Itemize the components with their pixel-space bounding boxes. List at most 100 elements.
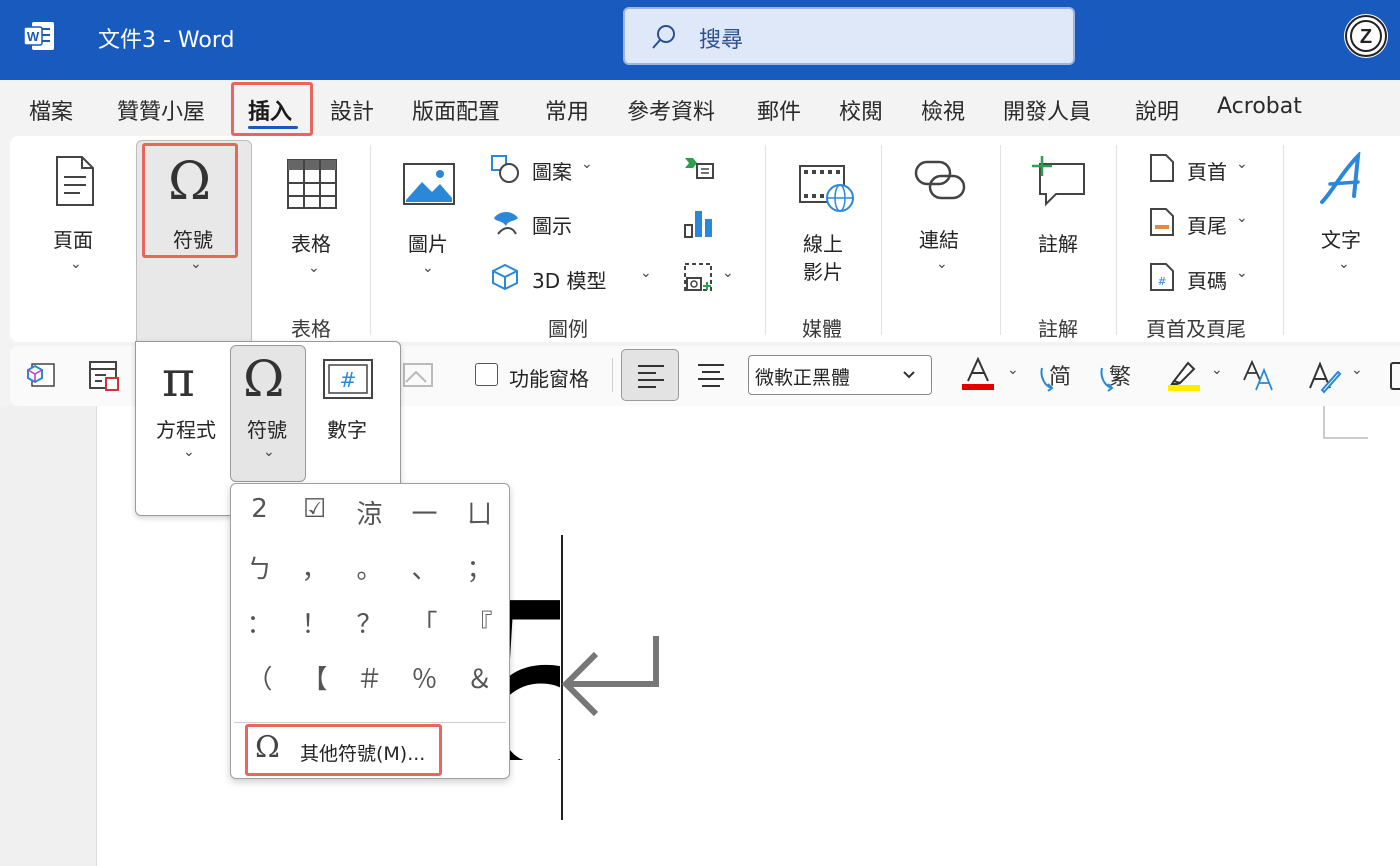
links-button-label[interactable]: 連結 [919,224,959,253]
search-icon [652,25,675,49]
comment-icon[interactable] [1030,154,1088,210]
online-video-icon[interactable] [798,160,856,214]
chevron-down-icon: ⌄ [70,256,82,272]
symbol-cell[interactable]: ： [232,604,287,641]
page-corner-mark [1323,406,1368,439]
tab-developer[interactable]: 開發人員 [1003,94,1091,126]
tab-file[interactable]: 檔案 [29,94,73,126]
font-name-value: 微軟正黑體 [755,367,851,389]
header-icon [1150,154,1174,182]
picture-icon[interactable] [402,162,456,206]
tab-layout[interactable]: 版面配置 [412,94,500,126]
symbol-cell[interactable]: ， [287,549,342,586]
symbol-cell[interactable]: ㄅ [232,549,287,586]
shapes-button[interactable]: 圖案 [532,156,572,185]
symbol-cell[interactable]: （ [232,659,287,696]
table-icon[interactable] [286,158,338,210]
equation-option[interactable]: 方程式 [156,414,216,443]
symbols-button-label[interactable]: 符號 [173,224,213,253]
document-template-icon[interactable] [88,360,120,392]
symbol-cell[interactable]: 涼 [342,494,397,531]
online-video-label-1[interactable]: 線上 [803,228,843,257]
symbol-cell[interactable]: ＆ [452,659,507,696]
svg-text:#: # [340,368,357,392]
tab-mailings[interactable]: 郵件 [757,94,801,126]
symbol-cell[interactable]: ＃ [342,659,397,696]
table-group-label: 表格 [291,317,331,341]
gallery-separator [234,722,506,723]
group-separator [881,145,882,335]
tab-help[interactable]: 說明 [1135,94,1179,126]
symbol-cell[interactable]: 「 [397,604,452,641]
page-number-button[interactable]: 頁碼 [1187,265,1227,294]
toolbar-separator [612,358,613,392]
number-option[interactable]: 數字 [327,414,367,443]
symbol-cell[interactable]: ？ [342,604,397,641]
pictures-button-label[interactable]: 圖片 [408,228,448,257]
tab-acrobat[interactable]: Acrobat [1217,94,1302,119]
group-separator [1116,145,1117,335]
styles-pen-icon[interactable] [1308,360,1342,394]
symbol-cell[interactable]: 『 [452,604,507,641]
tab-zanzan[interactable]: 贊贊小屋 [117,94,205,126]
symbol-cell[interactable]: ； [452,549,507,586]
symbol-cell[interactable]: 、 [397,549,452,586]
symbol-cell[interactable]: ％ [397,659,452,696]
simplified-glyph: 简 [1049,365,1071,390]
title-bar: W 文件3 - Word 搜尋 Z [0,0,1400,80]
to-traditional-icon[interactable]: 繁 [1098,360,1132,392]
tab-review[interactable]: 校閱 [839,94,883,126]
symbol-cell[interactable]: ！ [287,604,342,641]
chevron-down-icon: ⌄ [722,265,734,281]
svg-text:Z: Z [1360,26,1372,48]
symbol-cell[interactable]: 一 [397,494,452,531]
font-color-icon[interactable] [960,357,996,393]
highlighter-icon[interactable] [1166,357,1202,393]
tab-home[interactable]: 常用 [545,94,589,126]
tab-view[interactable]: 檢視 [921,94,965,126]
search-placeholder: 搜尋 [699,28,744,53]
comment-button-label[interactable]: 註解 [1038,228,1078,257]
align-center-icon[interactable] [696,362,726,388]
cube-icon[interactable] [26,360,58,390]
word-logo-icon[interactable]: W [22,20,56,52]
icons-button[interactable]: 圖示 [532,210,572,239]
tab-references[interactable]: 參考資料 [627,94,715,126]
chart-icon[interactable] [683,207,715,239]
online-video-label-2[interactable]: 影片 [803,256,843,285]
text-box-icon[interactable] [1318,152,1368,210]
svg-text:W: W [27,29,40,44]
symbol-option[interactable]: 符號 [247,414,287,443]
footer-button[interactable]: 頁尾 [1187,210,1227,239]
symbol-cell[interactable]: 【 [287,659,342,696]
symbol-cell[interactable]: 2 [232,494,287,524]
link-icon[interactable] [912,158,968,202]
navigation-pane-checkbox[interactable] [475,363,498,386]
screenshot-icon[interactable] [683,262,715,294]
traditional-glyph: 繁 [1109,365,1131,390]
tab-design[interactable]: 設計 [330,94,374,126]
search-box[interactable]: 搜尋 [623,7,1075,65]
navigation-pane-label: 功能窗格 [509,367,589,391]
symbol-cell[interactable]: ☑ [287,494,342,524]
symbol-cell[interactable]: ㄩ [452,494,507,531]
to-simplified-icon[interactable]: 简 [1038,360,1072,392]
align-left-button[interactable] [621,349,679,401]
tab-insert[interactable]: 插入 [248,94,292,126]
header-button[interactable]: 頁首 [1187,156,1227,185]
account-icon[interactable]: Z [1344,14,1388,58]
text-button-label[interactable]: 文字 [1321,224,1361,253]
3d-models-button[interactable]: 3D 模型 [532,265,606,294]
chevron-down-icon: ⌄ [263,444,275,460]
pages-button-label[interactable]: 頁面 [53,224,93,253]
font-name-select[interactable]: 微軟正黑體 [748,355,932,395]
table-button-label[interactable]: 表格 [291,228,331,257]
alt-text-icon[interactable] [402,362,434,390]
symbol-cell[interactable]: 。 [342,549,397,586]
text-effects-icon[interactable] [1242,360,1276,392]
active-tab-indicator [248,126,298,129]
more-symbols-button[interactable]: 其他符號(M)... [300,739,425,766]
media-group-label: 媒體 [802,317,842,341]
smartart-icon[interactable] [683,154,715,182]
more-toolbar-icon[interactable] [1390,362,1400,390]
